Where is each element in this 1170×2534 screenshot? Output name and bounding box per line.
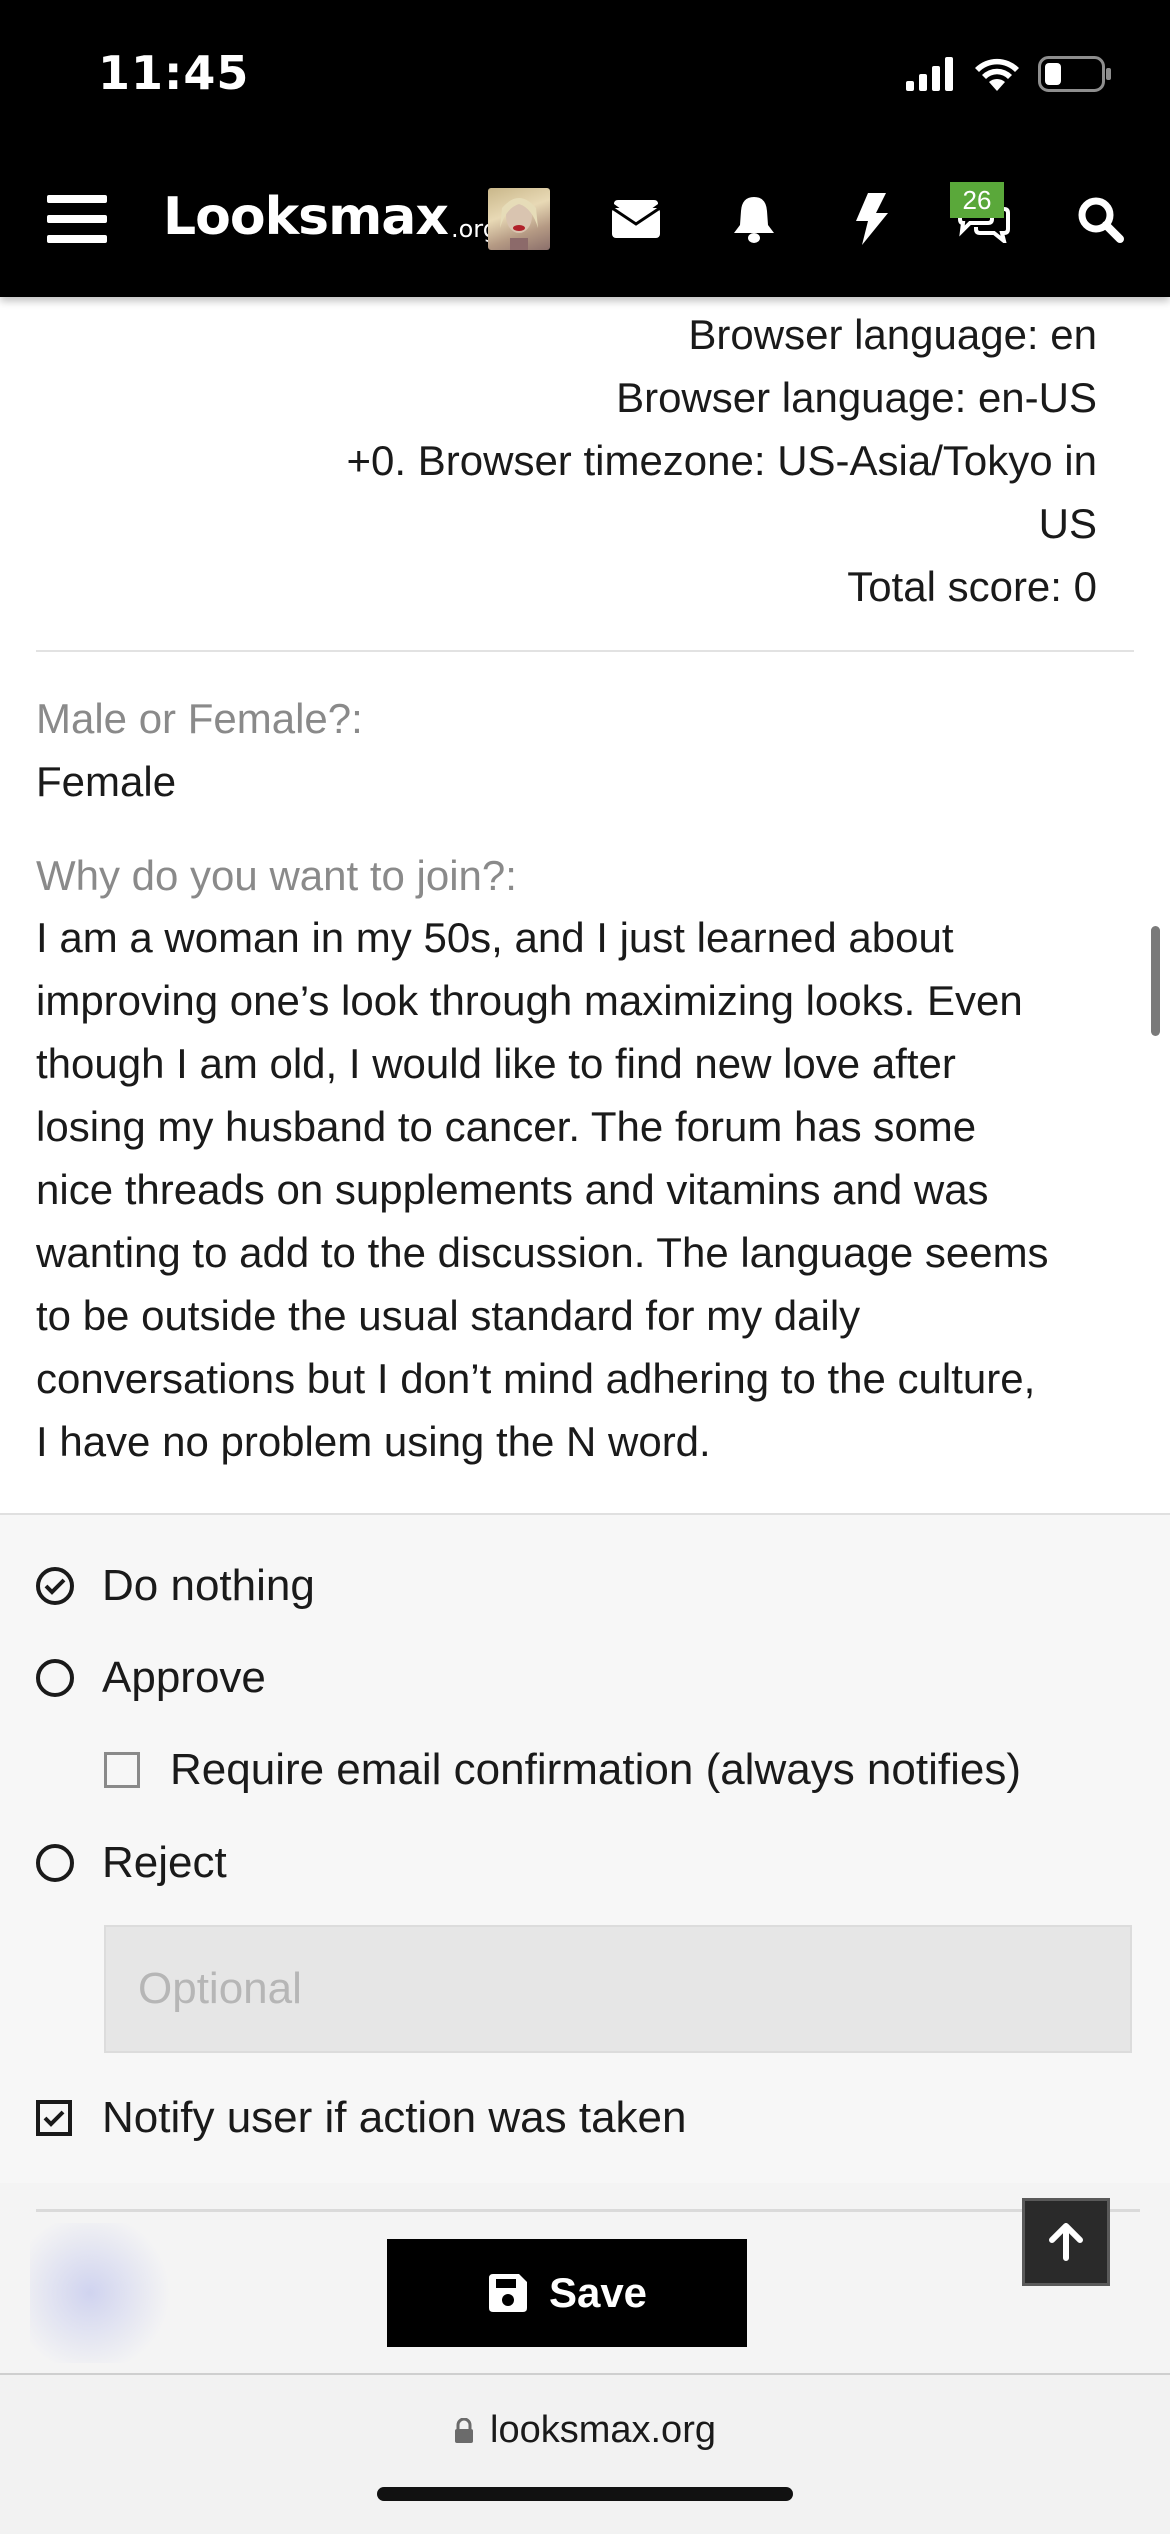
text-line: though I am old, I would like to find ne… — [36, 1040, 956, 1087]
save-button[interactable]: Save — [387, 2239, 747, 2347]
url-text: looksmax.org — [490, 2409, 716, 2451]
notify-user-label: Notify user if action was taken — [102, 2093, 687, 2142]
envelope-icon — [612, 200, 660, 238]
site-logo[interactable]: Looksmax .org — [163, 185, 498, 249]
floating-blur — [30, 2223, 180, 2363]
text-line: wanting to add to the discussion. The la… — [36, 1229, 1049, 1276]
reject-option[interactable]: Reject — [36, 1838, 227, 1888]
browser-info: Browser language: en Browser language: e… — [197, 303, 1097, 618]
browser-address-bar[interactable]: looksmax.org — [0, 2373, 1170, 2534]
lock-icon — [455, 2417, 473, 2443]
home-indicator[interactable] — [377, 2487, 793, 2501]
approve-option[interactable]: Approve — [36, 1653, 266, 1703]
account-avatar-button[interactable] — [488, 187, 550, 251]
info-line: US — [1038, 500, 1097, 547]
save-icon — [488, 2274, 527, 2312]
radio-icon[interactable] — [36, 1844, 74, 1882]
moderation-actions: Do nothing Approve Require email confirm… — [0, 1513, 1170, 2185]
bolt-icon — [856, 193, 888, 245]
save-label: Save — [548, 2269, 648, 2316]
battery-icon — [1038, 56, 1111, 92]
text-line: conversations but I don’t mind adhering … — [36, 1355, 1036, 1402]
form-footer: Save — [0, 2183, 1170, 2373]
gender-label: Male or Female?: — [36, 695, 363, 742]
gender-value: Female — [36, 758, 177, 805]
wifi-icon — [975, 58, 1019, 91]
arrow-up-icon — [1049, 2223, 1083, 2261]
info-line: Total score: 0 — [847, 563, 1097, 610]
divider — [36, 650, 1134, 652]
text-line: I have no problem using the N word. — [36, 1418, 711, 1465]
alerts-button[interactable] — [726, 187, 782, 251]
radio-checked-icon[interactable] — [36, 1567, 74, 1605]
checkbox-checked-icon[interactable] — [36, 2100, 72, 2136]
menu-icon — [47, 195, 107, 243]
text-line: nice threads on supplements and vitamins… — [36, 1166, 989, 1213]
reject-label: Reject — [102, 1838, 227, 1887]
status-time: 11:45 — [98, 46, 250, 100]
checkbox-icon[interactable] — [104, 1752, 140, 1788]
avatar-face-icon — [500, 198, 538, 250]
signal-icon — [906, 57, 953, 91]
search-icon — [1078, 197, 1124, 243]
join-reason-text: I am a woman in my 50s, and I just learn… — [36, 906, 1146, 1473]
reject-reason-input[interactable] — [104, 1925, 1132, 2053]
scrollbar-thumb[interactable] — [1151, 926, 1160, 1036]
nav-bar: Looksmax .org — [0, 141, 1170, 297]
conversations-badge: 26 — [950, 182, 1004, 218]
status-icons — [906, 54, 1112, 94]
require-email-label: Require email confirmation (always notif… — [170, 1745, 1021, 1794]
search-button[interactable] — [1072, 187, 1128, 251]
join-reason-label: Why do you want to join?: — [36, 852, 517, 899]
notify-user-option[interactable]: Notify user if action was taken — [36, 2093, 686, 2143]
menu-button[interactable] — [46, 187, 108, 251]
do-nothing-option[interactable]: Do nothing — [36, 1561, 315, 1611]
divider — [36, 2209, 1140, 2212]
radio-icon[interactable] — [36, 1659, 74, 1697]
scroll-to-top-button[interactable] — [1022, 2198, 1110, 2286]
inbox-button[interactable] — [608, 187, 664, 251]
status-bar: 11:45 — [0, 0, 1170, 141]
require-email-option[interactable]: Require email confirmation (always notif… — [104, 1745, 1021, 1795]
info-line: Browser language: en-US — [616, 374, 1097, 421]
text-line: I am a woman in my 50s, and I just learn… — [36, 914, 954, 961]
info-line: Browser language: en — [688, 311, 1097, 358]
approve-label: Approve — [102, 1653, 266, 1702]
url-display[interactable]: looksmax.org — [0, 2409, 1170, 2452]
logo-text: Looksmax — [163, 187, 449, 247]
text-line: losing my husband to cancer. The forum h… — [36, 1103, 977, 1150]
avatar — [488, 188, 550, 250]
bell-icon — [734, 197, 774, 243]
text-line: to be outside the usual standard for my … — [36, 1292, 861, 1339]
do-nothing-label: Do nothing — [102, 1561, 315, 1610]
info-line: +0. Browser timezone: US-Asia/Tokyo in — [346, 437, 1097, 484]
whats-new-button[interactable] — [846, 187, 896, 251]
text-line: improving one’s look through maximizing … — [36, 977, 1023, 1024]
